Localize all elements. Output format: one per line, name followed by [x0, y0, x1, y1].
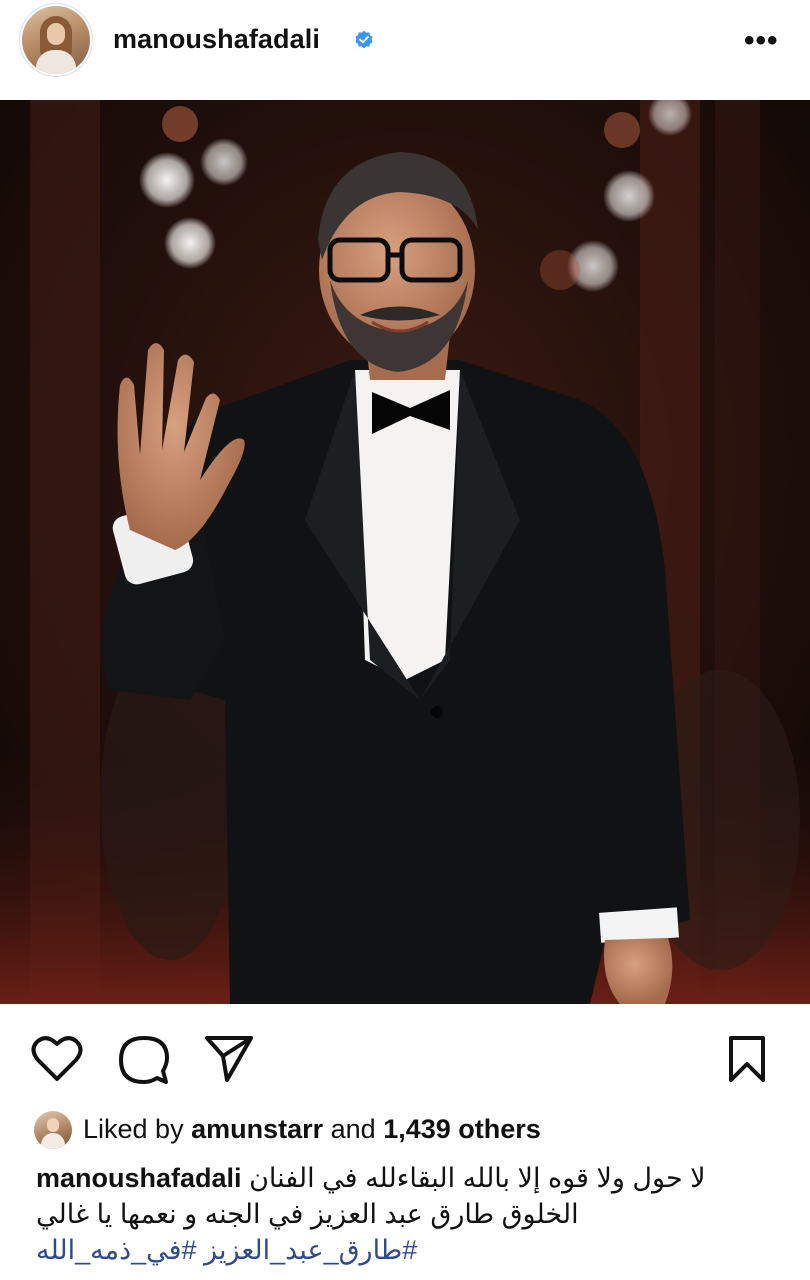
- caption-line-1: manoushafadali لا حول ولا قوه إلا بالله …: [36, 1160, 706, 1196]
- comment-icon[interactable]: [118, 1034, 170, 1086]
- post-photo-illustration: [0, 100, 810, 1004]
- liked-by-row[interactable]: Liked by amunstarr and 1,439 others: [0, 1108, 810, 1152]
- caption-username[interactable]: manoushafadali: [36, 1163, 242, 1193]
- bookmark-icon[interactable]: [726, 1034, 768, 1084]
- liked-by-user[interactable]: amunstarr: [191, 1114, 323, 1144]
- caption-text-line-2: الخلوق طارق عبد العزيز في الجنه و نعمها …: [36, 1199, 579, 1229]
- profile-avatar[interactable]: [22, 6, 90, 74]
- liked-by-text[interactable]: Liked by amunstarr and 1,439 others: [83, 1114, 541, 1145]
- caption-text-line-1: لا حول ولا قوه إلا بالله البقاءلله في ال…: [249, 1163, 706, 1193]
- liked-by-count[interactable]: 1,439 others: [383, 1114, 541, 1144]
- paper-plane-icon[interactable]: [203, 1034, 255, 1084]
- post-image[interactable]: [0, 100, 810, 1004]
- caption-hashtags[interactable]: #طارق_عبد_العزيز #في_ذمه_الله: [36, 1232, 417, 1268]
- liked-by-middle: and: [323, 1114, 384, 1144]
- heart-icon[interactable]: [30, 1034, 84, 1084]
- more-options-icon[interactable]: •••: [744, 24, 779, 58]
- liked-by-prefix: Liked by: [83, 1114, 192, 1144]
- verified-badge-icon: [355, 30, 373, 49]
- post-actions-bar: [0, 1004, 810, 1104]
- liker-avatar[interactable]: [34, 1111, 72, 1149]
- post-username[interactable]: manoushafadali: [113, 24, 320, 55]
- post-header: manoushafadali •••: [0, 0, 810, 100]
